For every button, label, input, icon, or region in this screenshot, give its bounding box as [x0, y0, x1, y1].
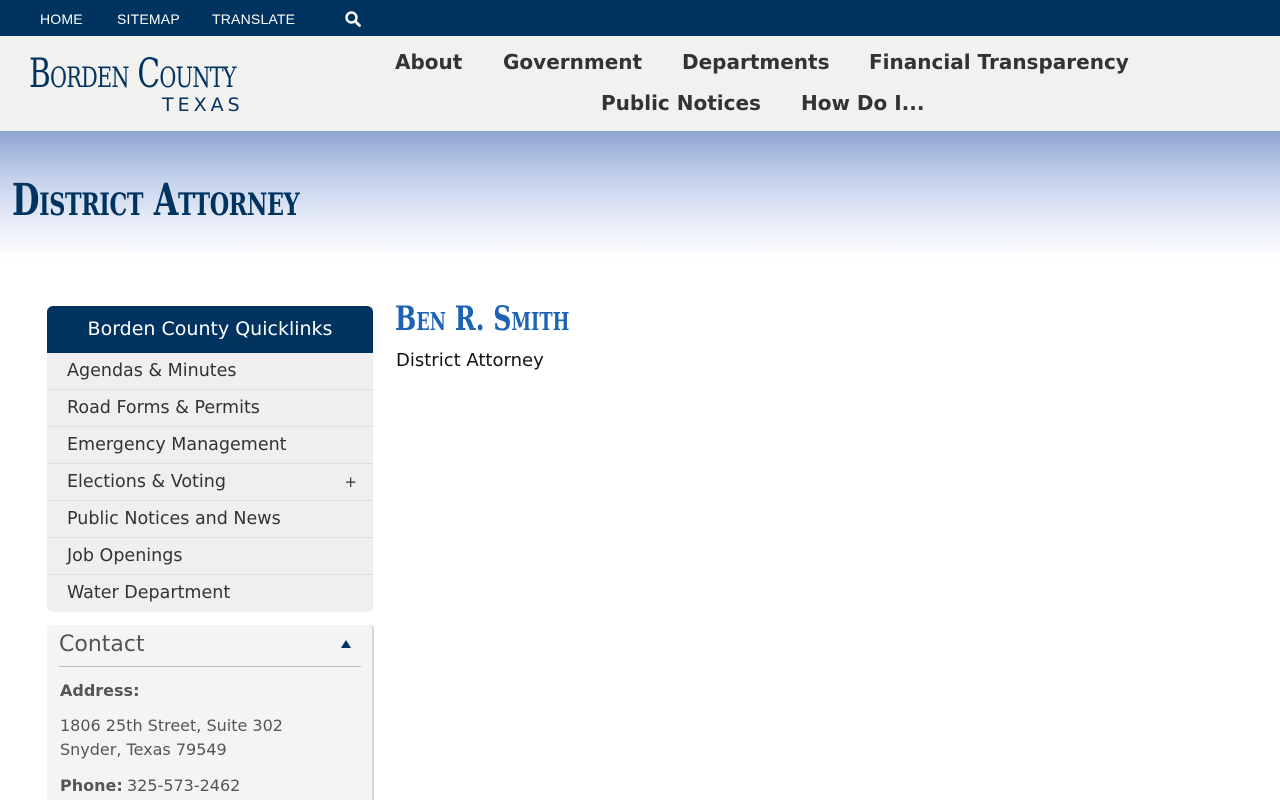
- person-role: District Attorney: [396, 350, 544, 371]
- address-line2: Snyder, Texas 79549: [60, 740, 227, 759]
- quicklink-agendas-minutes[interactable]: Agendas & Minutes: [47, 353, 373, 390]
- site-header: Borden County TEXAS About Government Dep…: [0, 36, 1280, 131]
- nav-departments[interactable]: Departments: [682, 50, 830, 74]
- quicklink-water-department[interactable]: Water Department: [47, 575, 373, 612]
- address-line1: 1806 25th Street, Suite 302: [60, 716, 283, 735]
- nav-financial-transparency[interactable]: Financial Transparency: [869, 50, 1129, 74]
- nav-public-notices[interactable]: Public Notices: [601, 91, 761, 115]
- quicklink-label: Emergency Management: [67, 435, 287, 455]
- address-label: Address:: [60, 681, 140, 700]
- quicklink-public-notices-news[interactable]: Public Notices and News: [47, 501, 373, 538]
- phone-label: Phone:: [60, 776, 123, 795]
- nav-how-do-i[interactable]: How Do I...: [801, 91, 924, 115]
- page-banner: District Attorney: [0, 131, 1280, 261]
- quicklink-road-forms-permits[interactable]: Road Forms & Permits: [47, 390, 373, 427]
- nav-about[interactable]: About: [395, 50, 462, 74]
- contact-panel: Contact Address: 1806 25th Street, Suite…: [47, 625, 374, 800]
- utility-bar: HOME SITEMAP TRANSLATE: [0, 0, 1280, 36]
- phone-number[interactable]: 325-573-2462: [127, 776, 240, 795]
- county-logo[interactable]: Borden County TEXAS: [29, 50, 259, 120]
- expand-plus-icon[interactable]: +: [344, 464, 357, 501]
- quicklink-label: Agendas & Minutes: [67, 361, 237, 381]
- quicklinks-panel: Borden County Quicklinks Agendas & Minut…: [47, 306, 373, 612]
- quicklink-label: Road Forms & Permits: [67, 398, 260, 418]
- sitemap-link[interactable]: SITEMAP: [117, 11, 180, 27]
- divider: [59, 666, 361, 667]
- contact-title: Contact: [59, 632, 145, 657]
- collapse-triangle-icon[interactable]: [340, 638, 352, 650]
- page-title: District Attorney: [12, 175, 300, 226]
- quicklink-label: Job Openings: [67, 546, 183, 566]
- logo-state: TEXAS: [162, 94, 244, 116]
- quicklink-elections-voting[interactable]: Elections & Voting +: [47, 464, 373, 501]
- quicklink-label: Elections & Voting: [67, 472, 226, 492]
- person-name: Ben R. Smith: [395, 299, 570, 339]
- quicklink-label: Water Department: [67, 583, 231, 603]
- quicklink-job-openings[interactable]: Job Openings: [47, 538, 373, 575]
- translate-link[interactable]: TRANSLATE: [212, 11, 295, 27]
- search-icon[interactable]: [344, 10, 362, 28]
- quicklinks-title: Borden County Quicklinks: [47, 306, 373, 353]
- home-link[interactable]: HOME: [40, 11, 83, 27]
- logo-county-name: Borden County: [29, 51, 236, 97]
- quicklink-emergency-management[interactable]: Emergency Management: [47, 427, 373, 464]
- quicklink-label: Public Notices and News: [67, 509, 281, 529]
- nav-government[interactable]: Government: [503, 50, 642, 74]
